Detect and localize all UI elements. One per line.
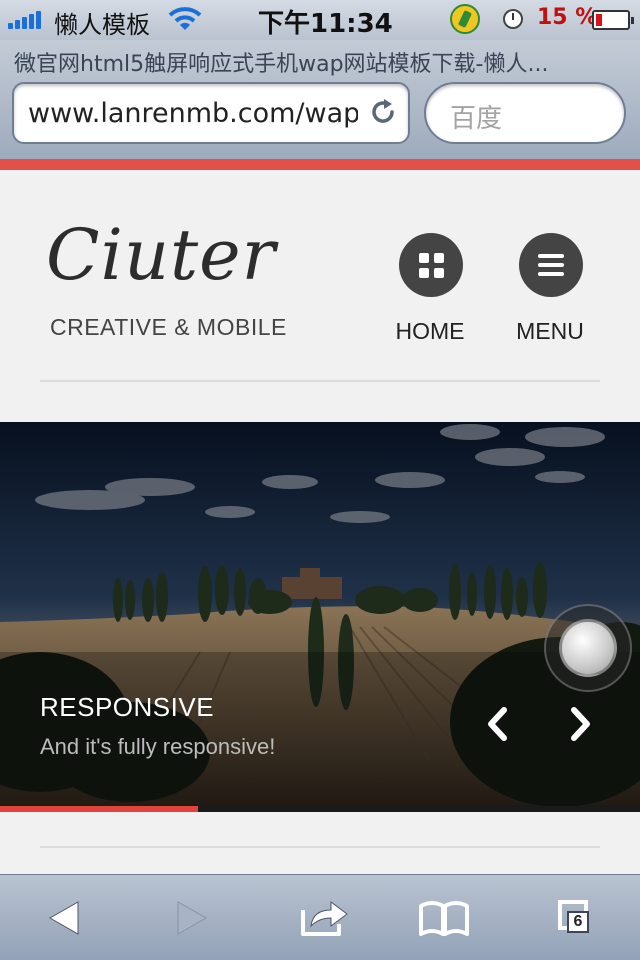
chevron-left-icon [488,707,507,741]
back-icon [48,901,79,935]
home-label[interactable]: HOME [370,318,490,345]
grid-icon [418,252,444,278]
site-logo[interactable]: Ciuter [46,214,276,296]
slide-caption: And it's fully responsive! [40,734,276,759]
bookmarks-button[interactable] [414,895,474,941]
bookmarks-icon [419,901,469,936]
wifi-icon [168,6,202,36]
forward-button[interactable] [162,895,222,941]
hero-slider[interactable]: RESPONSIVE And it's fully responsive! [0,422,640,812]
reload-icon[interactable] [368,97,398,131]
page-title: 微官网html5触屏响应式手机wap网站模板下载-懒人... [14,52,549,77]
back-button[interactable] [34,895,94,941]
slide-progress-bar [0,806,640,812]
browser-chrome: 微官网html5触屏响应式手机wap网站模板下载-懒人... www.lanre… [0,40,640,160]
share-icon [301,901,348,936]
content-divider [40,846,600,848]
signal-icon [8,11,41,29]
menu-label[interactable]: MENU [490,318,610,345]
next-slide-button[interactable] [560,704,600,744]
forward-icon [177,901,208,935]
assistive-touch-button[interactable] [544,604,632,692]
status-bar: 懒人模板 下午11:34 15 % [0,0,640,40]
browser-toolbar: 6 [0,874,640,960]
tab-count-badge: 6 [567,911,589,933]
slide-progress-fill [0,806,199,812]
url-field[interactable]: www.lanrenmb.com/wap [12,82,410,144]
app-icon [450,4,480,34]
header-divider [40,380,600,382]
alarm-icon [503,9,523,29]
battery-icon [592,10,634,30]
slide-title: RESPONSIVE [40,692,215,722]
chevron-right-icon [571,707,590,741]
battery-percent: 15 % [537,5,598,30]
clock-time: 下午11:34 [258,9,393,39]
url-text[interactable]: www.lanrenmb.com/wap [28,98,358,129]
search-placeholder: 百度 [450,104,503,134]
home-button[interactable] [399,233,463,297]
site-tagline: CREATIVE & MOBILE [50,314,287,340]
tabs-button[interactable]: 6 [544,895,604,941]
share-button[interactable] [294,895,354,941]
previous-slide-button[interactable] [478,704,518,744]
accent-bar [0,160,640,170]
search-field[interactable]: 百度 [424,82,626,144]
menu-button[interactable] [519,233,583,297]
hamburger-icon [538,254,564,276]
carrier-name: 懒人模板 [54,11,150,39]
